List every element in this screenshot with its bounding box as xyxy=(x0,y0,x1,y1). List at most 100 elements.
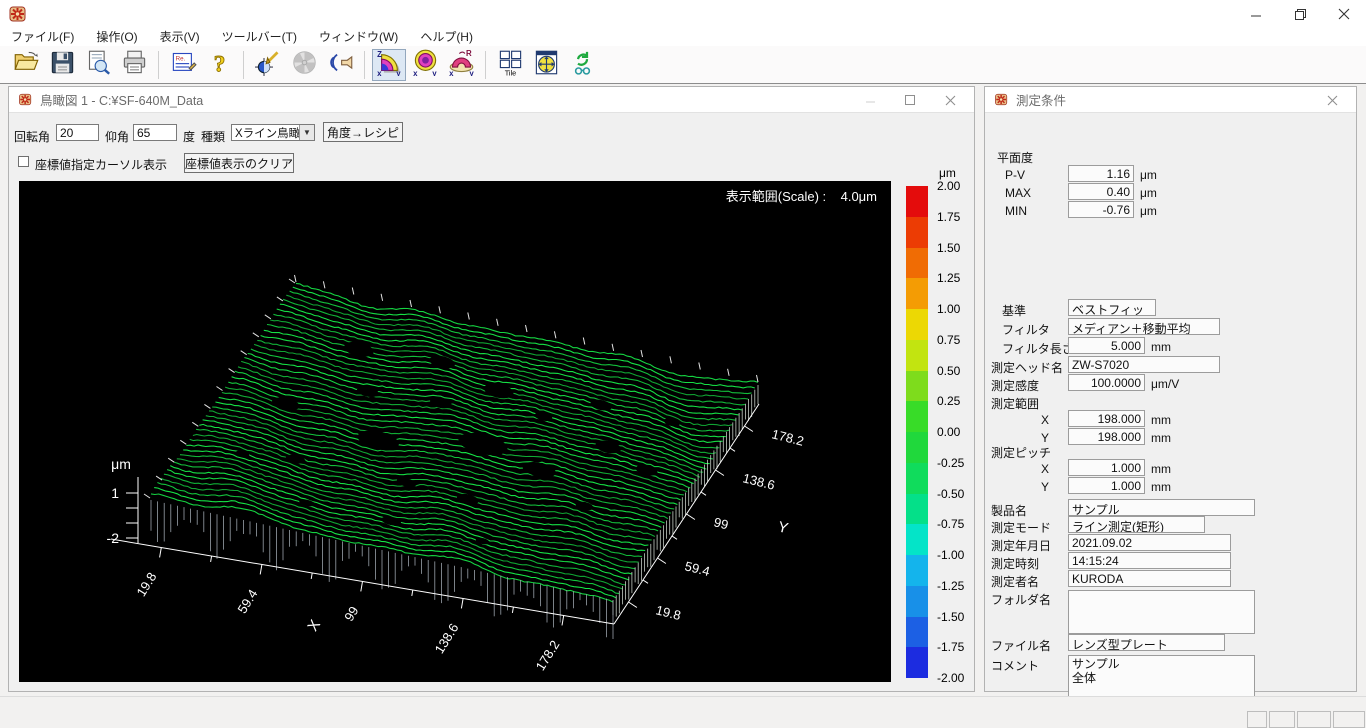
save-button[interactable] xyxy=(45,49,79,81)
redraw-button[interactable] xyxy=(565,49,599,81)
menu-item-1[interactable]: 操作(O) xyxy=(85,28,148,46)
redraw-icon xyxy=(569,49,596,81)
conditions-section-label: 測定範囲 xyxy=(991,395,1039,412)
conditions-value-box[interactable]: 14:15:24 xyxy=(1068,552,1231,569)
conditions-window-icon xyxy=(994,92,1009,107)
conditions-value-box[interactable]: 1.000 xyxy=(1068,477,1145,494)
svg-text:Tile: Tile xyxy=(504,68,516,76)
birdview-3d-button[interactable]: Zxy xyxy=(372,49,406,81)
conditions-value-box[interactable]: 0.40 xyxy=(1068,183,1134,200)
conditions-fields: 平面度P-V1.16μmMAX0.40μmMIN-0.76μm基準ベストフィット… xyxy=(985,113,1356,691)
conditions-value-box[interactable]: 100.0000 xyxy=(1068,374,1145,391)
print-icon xyxy=(121,49,148,81)
close-button[interactable] xyxy=(1322,0,1366,28)
menu-bar: ファイル(F)操作(O)表示(V)ツールバー(T)ウィンドウ(W)ヘルプ(H) xyxy=(0,28,1366,46)
svg-text:Z: Z xyxy=(377,49,382,58)
restore-button[interactable] xyxy=(1278,0,1322,28)
menu-item-3[interactable]: ツールバー(T) xyxy=(211,28,308,46)
conditions-value-box[interactable]: ZW-S7020 xyxy=(1068,356,1220,373)
colorbar-tick-label: -2.00 xyxy=(937,671,964,685)
menu-item-2[interactable]: 表示(V) xyxy=(149,28,211,46)
conditions-field-label: 測定感度 xyxy=(991,377,1039,394)
fan-button[interactable] xyxy=(287,49,321,81)
conditions-value-box[interactable]: 2021.09.02 xyxy=(1068,534,1231,551)
report-button[interactable]: Re. xyxy=(166,49,200,81)
conditions-field-label: X xyxy=(1041,462,1049,476)
conditions-value-box[interactable]: 1.16 xyxy=(1068,165,1134,182)
colorbar-segment xyxy=(906,186,928,217)
print-preview-button[interactable] xyxy=(81,49,115,81)
toolbar: Re.? ZxyxyRxy Tile xyxy=(0,46,1366,84)
angle-to-recipe-button[interactable]: 角度→レシピ xyxy=(323,122,403,142)
menu-item-0[interactable]: ファイル(F) xyxy=(0,28,85,46)
elevation-input[interactable] xyxy=(133,124,177,141)
coordinate-cursor-checkbox[interactable] xyxy=(18,156,29,167)
svg-text:1: 1 xyxy=(111,485,119,501)
menu-item-4[interactable]: ウィンドウ(W) xyxy=(308,28,409,46)
view-type-select[interactable]: Xライン鳥瞰図 ▼ xyxy=(231,124,315,141)
conditions-unit-label: mm xyxy=(1151,462,1171,476)
rotation-label: 回転角 xyxy=(14,128,50,145)
conditions-value-box[interactable] xyxy=(1068,590,1255,634)
svg-text:-2: -2 xyxy=(107,530,120,546)
conditions-value-box[interactable]: ベストフィット xyxy=(1068,299,1156,316)
help-button[interactable]: ? xyxy=(202,49,236,81)
rotation-input[interactable] xyxy=(56,124,99,141)
colorbar-tick-label: 1.50 xyxy=(937,241,960,255)
tile-windows-icon: Tile xyxy=(497,49,524,81)
conditions-value-box[interactable]: 198.000 xyxy=(1068,410,1145,427)
minimize-button[interactable] xyxy=(1234,0,1278,28)
conditions-close-button[interactable] xyxy=(1312,88,1352,112)
conditions-value-box[interactable]: -0.76 xyxy=(1068,201,1134,218)
conditions-value-box[interactable]: メディアン＋移動平均 xyxy=(1068,318,1220,335)
conditions-field-label: 測定年月日 xyxy=(991,537,1051,554)
conditions-value-box[interactable]: ライン測定(矩形) xyxy=(1068,516,1205,533)
status-cell xyxy=(1297,711,1331,728)
colorbar-tick-label: 1.00 xyxy=(937,302,960,316)
clear-coordinate-display-button[interactable]: 座標値表示のクリア xyxy=(184,153,294,173)
conditions-titlebar: 測定条件 xyxy=(985,87,1356,113)
sound-button[interactable] xyxy=(323,49,357,81)
birdview-minimize-button[interactable] xyxy=(850,88,890,112)
colorbar-segment xyxy=(906,647,928,678)
conditions-field-label: フィルタ xyxy=(1002,321,1050,338)
open-button[interactable] xyxy=(9,49,43,81)
conditions-value-box[interactable]: サンプル xyxy=(1068,499,1255,516)
conditions-value-box[interactable]: KURODA xyxy=(1068,570,1231,587)
help-icon: ? xyxy=(206,49,233,81)
tile-windows-button[interactable]: Tile xyxy=(493,49,527,81)
sound-icon xyxy=(327,49,354,81)
app-icon xyxy=(8,4,28,24)
menu-item-5[interactable]: ヘルプ(H) xyxy=(409,28,484,46)
colorbar-segment xyxy=(906,309,928,340)
birdview-titlebar: 鳥瞰図 1 - C:¥SF-640M_Data xyxy=(9,87,974,113)
conditions-value-box[interactable]: レンズ型プレート xyxy=(1068,634,1225,651)
conditions-unit-label: μm xyxy=(1140,168,1157,182)
type-label: 種類 xyxy=(201,128,225,145)
conditions-field-label: Y xyxy=(1041,480,1049,494)
birdview-window-icon xyxy=(18,92,33,107)
status-cells xyxy=(1247,711,1365,728)
contour-map-button[interactable]: xy xyxy=(408,49,442,81)
open-icon xyxy=(13,49,40,81)
elevation-label: 仰角 xyxy=(105,128,129,145)
conditions-field-label: X xyxy=(1041,413,1049,427)
profile-3d-button[interactable]: Rxy xyxy=(444,49,478,81)
toolbar-separator xyxy=(485,51,486,79)
conditions-field-label: 基準 xyxy=(1002,302,1026,319)
print-button[interactable] xyxy=(117,49,151,81)
conditions-field-label: P-V xyxy=(1005,168,1025,182)
conditions-value-box[interactable]: 5.000 xyxy=(1068,337,1145,354)
conditions-value-box[interactable]: 198.000 xyxy=(1068,428,1145,445)
birdview-close-button[interactable] xyxy=(930,88,970,112)
arrange-windows-button[interactable] xyxy=(529,49,563,81)
measure-pointer-button[interactable] xyxy=(251,49,285,81)
birdview-3d-plot[interactable]: μm1-219.859.499138.6178.2X19.859.499138.… xyxy=(19,181,891,682)
status-bar xyxy=(0,696,1366,728)
svg-text:y: y xyxy=(432,69,437,76)
conditions-value-box[interactable]: 1.000 xyxy=(1068,459,1145,476)
toolbar-separator xyxy=(158,51,159,79)
svg-text:y: y xyxy=(396,69,401,76)
birdview-maximize-button[interactable] xyxy=(890,88,930,112)
chevron-down-icon[interactable]: ▼ xyxy=(299,125,314,140)
